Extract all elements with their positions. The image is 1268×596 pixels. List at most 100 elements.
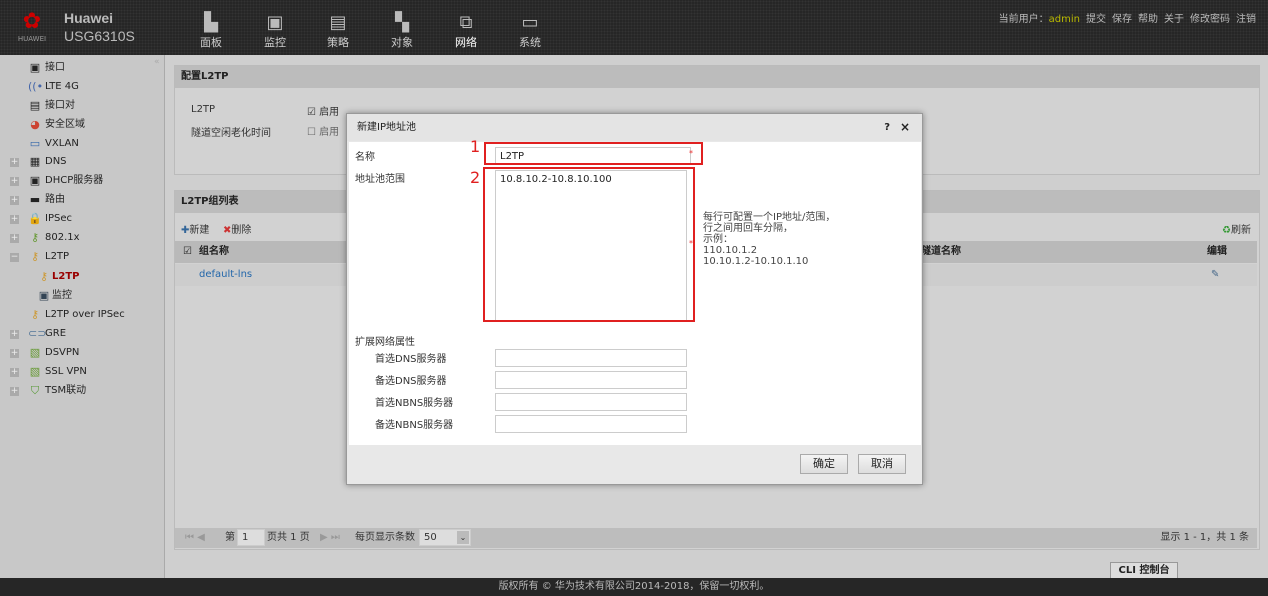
expand-icon[interactable]: +: [10, 158, 19, 167]
value: 50: [424, 532, 437, 543]
cli-console-tab[interactable]: CLI 控制台: [1110, 562, 1178, 578]
nav-system[interactable]: ▭ 系统: [510, 12, 550, 50]
expand-icon[interactable]: +: [10, 177, 19, 186]
object-icon: ▚: [395, 12, 409, 33]
pie-icon: ◕: [30, 118, 40, 131]
sidebar-item-dsvpn[interactable]: + ▧ DSVPN: [0, 344, 79, 362]
tunnel-icon: ⊂⊃: [28, 327, 47, 340]
select-all-checkbox[interactable]: ☑: [183, 241, 192, 263]
nav-label: 面板: [200, 36, 222, 49]
sidebar-item-l2tp[interactable]: − ⚷ L2TP: [0, 248, 69, 266]
sidebar-item-vxlan[interactable]: ▭ VXLAN: [0, 135, 79, 153]
sidebar-item-dns[interactable]: + ▦ DNS: [0, 153, 67, 171]
group-name-link[interactable]: default-lns: [199, 264, 252, 286]
save-link[interactable]: 保存: [1112, 10, 1132, 25]
hint-line: 每行可配置一个IP地址/范围，: [703, 212, 836, 223]
sidebar-item-l2tp-config[interactable]: ⚷ L2TP: [0, 268, 80, 286]
sidebar-item-route[interactable]: + ▬ 路由: [0, 191, 65, 209]
expand-icon[interactable]: +: [10, 330, 19, 339]
sidebar-item-sslvpn[interactable]: + ▧ SSL VPN: [0, 363, 87, 381]
secondary-dns-input[interactable]: [495, 371, 687, 389]
sidebar-item-l2tp-monitor[interactable]: ▣ 监控: [0, 287, 72, 305]
secondary-nbns-input[interactable]: [495, 415, 687, 433]
dialog-titlebar: 新建IP地址池 ? ×: [347, 114, 922, 141]
sidebar-item-lte[interactable]: ((• LTE 4G: [0, 78, 79, 96]
nav-policy[interactable]: ▤ 策略: [318, 12, 358, 50]
sidebar-item-gre[interactable]: + ⊂⊃ GRE: [0, 325, 66, 343]
expand-icon[interactable]: +: [10, 196, 19, 205]
ok-button[interactable]: 确定: [800, 454, 848, 474]
interface-pair-icon: ▤: [29, 99, 41, 112]
expand-icon[interactable]: +: [10, 234, 19, 243]
chevron-down-icon: ⌄: [457, 531, 469, 544]
change-password-link[interactable]: 修改密码: [1190, 10, 1230, 25]
dialog-body: 名称 L2TP * 地址池范围 10.8.10.2-10.8.10.100 * …: [349, 137, 921, 445]
help-link[interactable]: 帮助: [1138, 10, 1158, 25]
nav-network[interactable]: ⧉ 网络: [446, 12, 486, 50]
nav-monitor[interactable]: ▣ 监控: [255, 12, 295, 50]
sidebar-item-interface-pair[interactable]: ▤ 接口对: [0, 97, 75, 115]
annotation-number-2: 2: [470, 168, 481, 187]
delete-button[interactable]: ✖删除: [223, 221, 251, 236]
network-icon: ⧉: [459, 12, 473, 33]
sidebar-item-l2tp-over-ipsec[interactable]: ⚷ L2TP over IPSec: [0, 306, 125, 324]
sidebar-item-dhcp[interactable]: + ▣ DHCP服务器: [0, 172, 103, 190]
expand-icon[interactable]: +: [10, 387, 19, 396]
submit-link[interactable]: 提交: [1086, 10, 1106, 25]
collapse-icon[interactable]: «: [154, 57, 160, 67]
per-page-select[interactable]: 50 ⌄: [419, 529, 471, 546]
edit-icon[interactable]: ✎: [1211, 264, 1219, 286]
brand: Huawei: [64, 10, 114, 26]
panel-title: 配置L2TP: [175, 66, 1259, 88]
sidebar-item-interface[interactable]: ▣ 接口: [0, 59, 65, 77]
wireless-icon: ((•: [28, 80, 44, 93]
primary-dns-label: 首选DNS服务器: [375, 354, 447, 365]
close-icon[interactable]: ×: [900, 114, 910, 141]
sidebar-item-ipsec[interactable]: + 🔒 IPSec: [0, 210, 72, 228]
label: DHCP服务器: [45, 175, 104, 186]
vpn-icon: ▧: [29, 365, 41, 378]
nav-object[interactable]: ▚ 对象: [382, 12, 422, 50]
sidebar-item-tsm[interactable]: + ⛉ TSM联动: [0, 382, 86, 400]
label: L2TP: [45, 251, 70, 262]
expand-icon[interactable]: +: [10, 349, 19, 358]
label: 接口对: [45, 100, 75, 111]
label: SSL VPN: [45, 366, 87, 377]
label: 路由: [45, 194, 65, 205]
logout-link[interactable]: 注销: [1236, 10, 1256, 25]
label: TSM联动: [45, 385, 87, 396]
label: 接口: [45, 62, 65, 73]
collapse-icon[interactable]: −: [10, 253, 19, 262]
last-page-icon[interactable]: ▶ ⏭: [320, 528, 340, 548]
copyright-footer: 版权所有 © 华为技术有限公司2014-2018，保留一切权利。: [0, 578, 1268, 596]
cancel-button[interactable]: 取消: [858, 454, 906, 474]
dhcp-icon: ▣: [29, 174, 41, 187]
nav-label: 对象: [391, 36, 413, 49]
idle-enable-checkbox[interactable]: ☐ 启用: [307, 123, 339, 138]
label: VXLAN: [45, 138, 79, 149]
page-input[interactable]: 1: [237, 529, 265, 546]
page-total: 页共 1 页: [267, 532, 310, 543]
sidebar-item-8021x[interactable]: + ⚷ 802.1x: [0, 229, 80, 247]
interface-icon: ▣: [29, 61, 41, 74]
col-edit: 编辑: [1207, 246, 1227, 257]
dns-icon: ▦: [29, 155, 41, 168]
l2tp-label: L2TP: [191, 104, 216, 115]
expand-icon[interactable]: +: [10, 368, 19, 377]
user-label: 当前用户：: [998, 14, 1049, 25]
expand-icon[interactable]: +: [10, 215, 19, 224]
help-icon[interactable]: ?: [884, 114, 890, 141]
primary-dns-input[interactable]: [495, 349, 687, 367]
about-link[interactable]: 关于: [1164, 10, 1184, 25]
first-page-icon[interactable]: ⏮ ◀: [185, 528, 205, 548]
sidebar-item-zone[interactable]: ◕ 安全区域: [0, 116, 85, 134]
refresh-button[interactable]: ♻刷新: [1222, 221, 1251, 236]
page-summary: 显示 1 - 1，共 1 条: [1160, 532, 1249, 543]
nav-dashboard[interactable]: ▙ 面板: [191, 12, 231, 50]
l2tp-enable-checkbox[interactable]: ☑ 启用: [307, 103, 339, 118]
new-button[interactable]: ✚新建: [181, 221, 209, 236]
primary-nbns-input[interactable]: [495, 393, 687, 411]
nav-label: 监控: [264, 36, 286, 49]
secondary-nbns-label: 备选NBNS服务器: [375, 420, 454, 431]
hint-line: 示例：: [703, 234, 733, 245]
